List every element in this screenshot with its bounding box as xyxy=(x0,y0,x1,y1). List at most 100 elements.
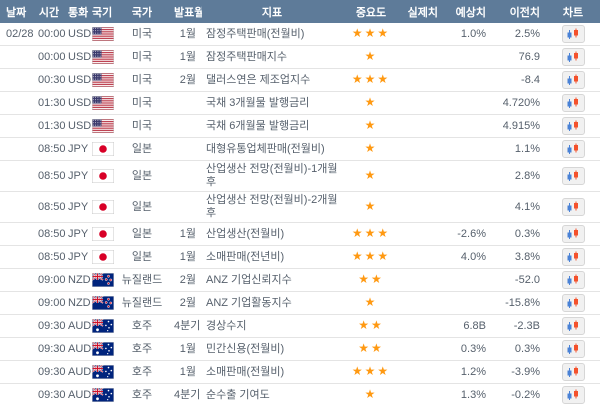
indicator-link[interactable]: ANZ 기업활동지수 xyxy=(206,297,292,309)
candlestick-chart-icon xyxy=(566,320,580,332)
chart-button[interactable] xyxy=(562,48,585,66)
column-header-currency: 통화 xyxy=(64,0,88,23)
indicator-cell: ANZ 기업신뢰지수 xyxy=(202,269,342,292)
indicator-link[interactable]: 국채 3개월물 발행금리 xyxy=(206,97,309,109)
table-row: 09:30AUD호주4분기경상수지★★6.8B-2.3B xyxy=(0,315,600,338)
date-cell xyxy=(0,338,34,361)
chart-button[interactable] xyxy=(562,25,585,43)
date-cell xyxy=(0,223,34,246)
column-header-date: 날짜 xyxy=(0,0,34,23)
indicator-link[interactable]: ANZ 기업신뢰지수 xyxy=(206,274,292,286)
time-cell: 09:30 xyxy=(34,384,64,406)
chart-button[interactable] xyxy=(562,71,585,89)
previous-cell: 1.1% xyxy=(492,138,546,161)
chart-button[interactable] xyxy=(562,167,585,185)
chart-button[interactable] xyxy=(562,140,585,158)
column-header-country: 국가 xyxy=(114,0,170,23)
forecast-cell xyxy=(444,269,492,292)
importance-cell: ★ xyxy=(342,384,400,406)
column-header-chart: 차트 xyxy=(546,0,600,23)
table-row: 08:50JPY일본1월산업생산(전월비)★★★-2.6%0.3% xyxy=(0,223,600,246)
country-cell: 미국 xyxy=(114,46,170,69)
forecast-cell xyxy=(444,292,492,315)
column-header-indicator: 지표 xyxy=(202,0,342,23)
table-row: 09:00NZD뉴질랜드2월ANZ 기업활동지수★-15.8% xyxy=(0,292,600,315)
actual-cell xyxy=(400,292,444,315)
indicator-link[interactable]: 대형유통업체판매(전월비) xyxy=(206,143,325,155)
table-row: 08:50JPY일본대형유통업체판매(전월비)★1.1% xyxy=(0,138,600,161)
currency-cell: JPY xyxy=(64,192,88,223)
indicator-link[interactable]: 산업생산(전월비) xyxy=(206,228,284,240)
table-row: 09:00NZD뉴질랜드2월ANZ 기업신뢰지수★★-52.0 xyxy=(0,269,600,292)
actual-cell xyxy=(400,384,444,406)
chart-cell xyxy=(546,223,600,246)
importance-stars: ★ xyxy=(365,118,378,132)
time-cell: 09:30 xyxy=(34,315,64,338)
chart-button[interactable] xyxy=(562,94,585,112)
indicator-link[interactable]: 산업생산 전망(전월비)-2개월 후 xyxy=(206,194,337,219)
chart-button[interactable] xyxy=(562,117,585,135)
currency-cell: USD xyxy=(64,115,88,138)
importance-stars: ★★ xyxy=(358,341,384,355)
chart-button[interactable] xyxy=(562,317,585,335)
chart-button[interactable] xyxy=(562,225,585,243)
chart-button[interactable] xyxy=(562,271,585,289)
indicator-cell: 산업생산 전망(전월비)-1개월 후 xyxy=(202,161,342,192)
indicator-link[interactable]: 잠정주택판매(전월비) xyxy=(206,28,304,40)
flag-cell xyxy=(88,384,114,406)
currency-cell: JPY xyxy=(64,223,88,246)
currency-cell: USD xyxy=(64,69,88,92)
chart-button[interactable] xyxy=(562,248,585,266)
flag-cell xyxy=(88,292,114,315)
indicator-link[interactable]: 순수출 기여도 xyxy=(206,389,270,401)
previous-cell: 4.720% xyxy=(492,92,546,115)
chart-button[interactable] xyxy=(562,363,585,381)
time-cell: 09:30 xyxy=(34,338,64,361)
indicator-link[interactable]: 산업생산 전망(전월비)-1개월 후 xyxy=(206,163,337,188)
release-month-cell: 1월 xyxy=(170,23,202,46)
table-row: 01:30USD미국국채 3개월물 발행금리★4.720% xyxy=(0,92,600,115)
indicator-link[interactable]: 국채 6개월물 발행금리 xyxy=(206,120,309,132)
indicator-cell: 잠정주택판매지수 xyxy=(202,46,342,69)
indicator-link[interactable]: 소매판매(전월비) xyxy=(206,366,284,378)
release-month-cell xyxy=(170,92,202,115)
candlestick-chart-icon xyxy=(566,343,580,355)
country-cell: 미국 xyxy=(114,23,170,46)
currency-cell: JPY xyxy=(64,246,88,269)
previous-cell: 2.8% xyxy=(492,161,546,192)
forecast-cell xyxy=(444,192,492,223)
time-cell: 09:30 xyxy=(34,361,64,384)
importance-stars: ★★ xyxy=(358,272,384,286)
candlestick-chart-icon xyxy=(566,97,580,109)
indicator-link[interactable]: 잠정주택판매지수 xyxy=(206,51,287,63)
indicator-link[interactable]: 댈러스연은 제조업지수 xyxy=(206,74,310,86)
actual-cell xyxy=(400,338,444,361)
chart-button[interactable] xyxy=(562,198,585,216)
previous-cell: -15.8% xyxy=(492,292,546,315)
us-flag-icon xyxy=(92,119,114,133)
indicator-link[interactable]: 소매판매(전년비) xyxy=(206,251,284,263)
calendar-header: 날짜 시간 통화 국기 국가 발표월 지표 중요도 실제치 예상치 이전치 차트 xyxy=(0,0,600,23)
importance-cell: ★★ xyxy=(342,315,400,338)
indicator-link[interactable]: 경상수지 xyxy=(206,320,246,332)
chart-button[interactable] xyxy=(562,294,585,312)
candlestick-chart-icon xyxy=(566,120,580,132)
candlestick-chart-icon xyxy=(566,274,580,286)
date-cell xyxy=(0,292,34,315)
currency-cell: USD xyxy=(64,23,88,46)
chart-button[interactable] xyxy=(562,386,585,404)
candlestick-chart-icon xyxy=(566,251,580,263)
release-month-cell: 1월 xyxy=(170,223,202,246)
actual-cell xyxy=(400,246,444,269)
importance-stars: ★★ xyxy=(358,318,384,332)
importance-cell: ★ xyxy=(342,92,400,115)
chart-button[interactable] xyxy=(562,340,585,358)
flag-cell xyxy=(88,361,114,384)
indicator-link[interactable]: 민간신용(전월비) xyxy=(206,343,284,355)
table-row: 08:50JPY일본1월소매판매(전년비)★★★4.0%3.8% xyxy=(0,246,600,269)
indicator-cell: 국채 6개월물 발행금리 xyxy=(202,115,342,138)
forecast-cell xyxy=(444,138,492,161)
importance-stars: ★ xyxy=(365,95,378,109)
jp-flag-icon xyxy=(92,227,114,241)
date-cell xyxy=(0,92,34,115)
